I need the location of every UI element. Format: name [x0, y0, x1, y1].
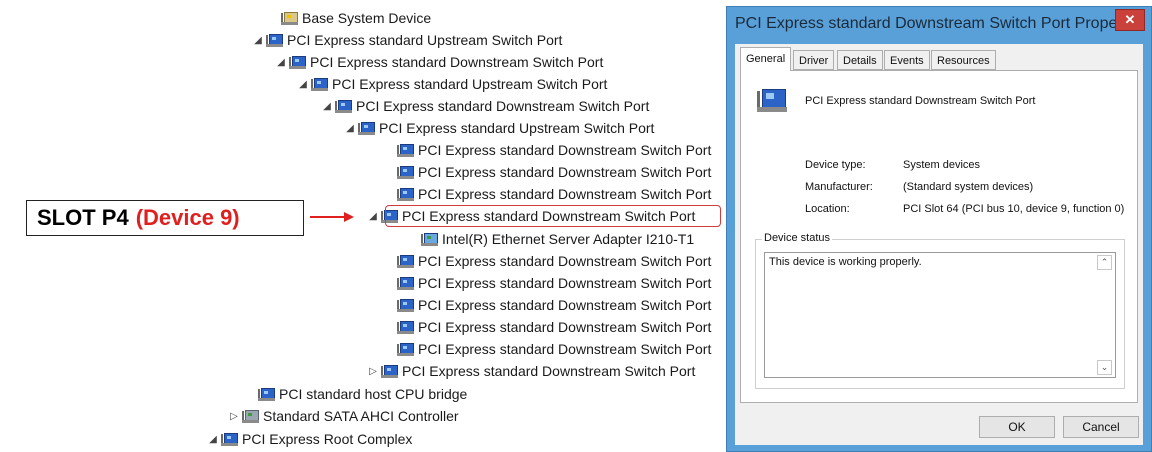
pci-device-icon — [311, 77, 328, 92]
pci-device-icon — [335, 99, 352, 114]
collapsed-chevron-icon[interactable]: ▷ — [229, 411, 239, 422]
device-number-text: (Device 9) — [135, 205, 240, 230]
pci-device-icon — [221, 432, 238, 447]
device-type-value: System devices — [903, 159, 981, 171]
tree-item[interactable]: PCI Express standard Downstream Switch P… — [397, 294, 711, 316]
tree-item[interactable]: ◢ PCI Express standard Downstream Switch … — [276, 51, 603, 73]
cancel-button[interactable]: Cancel — [1063, 416, 1139, 438]
device-status-legend: Device status — [762, 232, 833, 244]
tree-item-label: PCI Express standard Downstream Switch P… — [418, 253, 712, 269]
tab-driver[interactable]: Driver — [793, 50, 835, 70]
tree-item[interactable]: ◢ PCI Express standard Downstream Switch … — [322, 95, 649, 117]
pci-device-icon — [289, 55, 306, 70]
tree-item-label: PCI Express standard Downstream Switch P… — [310, 54, 604, 70]
tree-item-label: PCI Express standard Upstream Switch Por… — [332, 76, 608, 92]
tree-item-label: PCI Express standard Upstream Switch Por… — [287, 32, 563, 48]
tree-item[interactable]: PCI Express standard Downstream Switch P… — [397, 161, 711, 183]
pci-device-icon — [381, 364, 398, 379]
tree-item[interactable]: PCI Express standard Downstream Switch P… — [397, 338, 711, 360]
tree-item[interactable]: Base System Device — [281, 7, 431, 29]
pci-device-icon — [397, 320, 414, 335]
pci-device-icon — [397, 143, 414, 158]
tab-resources[interactable]: Resources — [931, 50, 996, 70]
tree-item-label: PCI Express standard Downstream Switch P… — [418, 341, 712, 357]
tree-item[interactable]: ◢ PCI Express standard Upstream Switch Po… — [298, 73, 607, 95]
scroll-up-icon[interactable]: ⌃ — [1097, 255, 1112, 270]
status-scrollbar[interactable]: ⌃ ⌄ — [1097, 255, 1113, 375]
tree-item-label: Base System Device — [302, 10, 432, 26]
pci-device-icon — [755, 87, 787, 115]
pci-device-icon — [397, 187, 414, 202]
location-value: PCI Slot 64 (PCI bus 10, device 9, funct… — [903, 203, 1125, 215]
collapsed-chevron-icon[interactable]: ▷ — [368, 366, 378, 377]
pci-device-icon — [358, 121, 375, 136]
tree-item[interactable]: ▷ PCI Express standard Downstream Switch … — [368, 360, 695, 382]
tree-item[interactable]: PCI Express standard Downstream Switch P… — [397, 139, 711, 161]
location-label: Location: — [805, 203, 850, 215]
tree-item[interactable]: PCI Express standard Downstream Switch P… — [397, 272, 711, 294]
device-status-group: Device status This device is working pro… — [755, 232, 1125, 389]
scroll-down-icon[interactable]: ⌄ — [1097, 360, 1112, 375]
manufacturer-value: (Standard system devices) — [903, 181, 1034, 193]
properties-dialog: PCI Express standard Downstream Switch P… — [726, 6, 1152, 452]
slot-text: SLOT P4 — [37, 205, 129, 230]
annotation-arrow — [310, 212, 354, 222]
slot-annotation-label: SLOT P4 (Device 9) — [26, 200, 304, 236]
device-status-textbox[interactable]: This device is working properly. ⌃ ⌄ — [764, 252, 1116, 378]
storage-controller-icon — [242, 409, 259, 424]
tree-item-label: PCI Express standard Downstream Switch P… — [418, 319, 712, 335]
pci-device-icon — [397, 254, 414, 269]
ok-button[interactable]: OK — [979, 416, 1055, 438]
device-status-text: This device is working properly. — [769, 256, 922, 268]
tab-events[interactable]: Events — [884, 50, 930, 70]
tree-item-label: PCI Express standard Downstream Switch P… — [402, 363, 696, 379]
tree-item[interactable]: PCI Express standard Downstream Switch P… — [397, 250, 711, 272]
pci-device-icon — [397, 298, 414, 313]
tree-item[interactable]: Intel(R) Ethernet Server Adapter I210-T1 — [421, 228, 694, 250]
pci-device-icon — [397, 165, 414, 180]
tree-item-label: PCI Express Root Complex — [242, 431, 413, 447]
tree-item[interactable]: PCI Express standard Downstream Switch P… — [397, 183, 711, 205]
device-type-label: Device type: — [805, 159, 866, 171]
tree-item[interactable]: PCI standard host CPU bridge — [258, 383, 467, 405]
pci-device-icon — [266, 33, 283, 48]
tree-item-label: PCI standard host CPU bridge — [279, 386, 468, 402]
tree-item[interactable]: ◢ PCI Express standard Upstream Switch Po… — [253, 29, 562, 51]
expanded-chevron-icon[interactable]: ◢ — [253, 35, 263, 46]
expanded-chevron-icon[interactable]: ◢ — [345, 123, 355, 134]
tree-item[interactable]: ▷ Standard SATA AHCI Controller — [229, 405, 459, 427]
highlight-box — [385, 205, 721, 227]
tab-general[interactable]: General — [740, 47, 792, 71]
dialog-title: PCI Express standard Downstream Switch P… — [735, 15, 1130, 32]
network-adapter-icon — [421, 232, 438, 247]
tree-item-label: PCI Express standard Upstream Switch Por… — [379, 120, 655, 136]
warning-device-icon — [281, 11, 298, 26]
tree-item-label: PCI Express standard Downstream Switch P… — [418, 142, 712, 158]
expanded-chevron-icon[interactable]: ◢ — [298, 79, 308, 90]
pci-device-icon — [397, 276, 414, 291]
tree-item-label: PCI Express standard Downstream Switch P… — [418, 297, 712, 313]
tree-item[interactable]: ◢ PCI Express Root Complex — [208, 428, 412, 450]
manufacturer-label: Manufacturer: — [805, 181, 873, 193]
tree-item-label: PCI Express standard Downstream Switch P… — [418, 164, 712, 180]
tree-item-label: PCI Express standard Downstream Switch P… — [356, 98, 650, 114]
tree-item[interactable]: PCI Express standard Downstream Switch P… — [397, 316, 711, 338]
close-button[interactable]: ✕ — [1115, 9, 1145, 31]
tab-details[interactable]: Details — [837, 50, 883, 70]
general-tab-panel: PCI Express standard Downstream Switch P… — [740, 70, 1138, 403]
tree-item-label: Intel(R) Ethernet Server Adapter I210-T1 — [442, 231, 695, 247]
pci-device-icon — [258, 387, 275, 402]
expanded-chevron-icon[interactable]: ◢ — [276, 57, 286, 68]
close-icon: ✕ — [1124, 12, 1136, 27]
expanded-chevron-icon[interactable]: ◢ — [322, 101, 332, 112]
pci-device-icon — [397, 342, 414, 357]
dialog-client-area: General Driver Details Events Resources … — [735, 44, 1143, 445]
tree-item[interactable]: ◢ PCI Express standard Upstream Switch Po… — [345, 117, 654, 139]
expanded-chevron-icon[interactable]: ◢ — [208, 434, 218, 445]
tree-item-label: PCI Express standard Downstream Switch P… — [418, 186, 712, 202]
tree-item-label: PCI Express standard Downstream Switch P… — [418, 275, 712, 291]
tree-item-label: Standard SATA AHCI Controller — [263, 408, 459, 424]
device-name: PCI Express standard Downstream Switch P… — [805, 95, 1036, 107]
